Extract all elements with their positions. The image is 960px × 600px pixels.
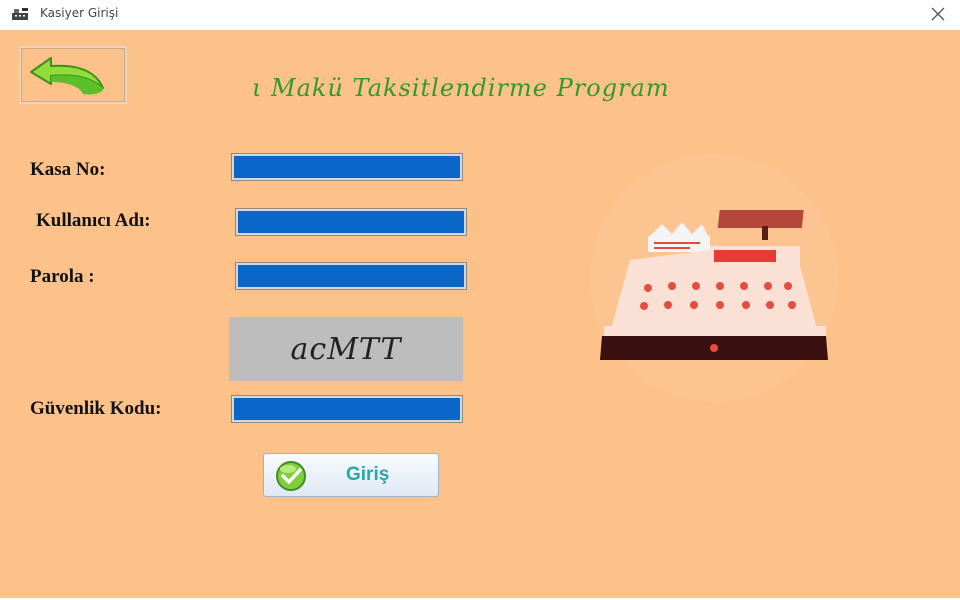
program-title: ι Makü Taksitlendirme Program	[252, 74, 670, 102]
parola-label: Parola :	[30, 266, 95, 287]
login-button-label: Giriş	[346, 464, 390, 485]
guvenlik-kodu-field[interactable]	[231, 395, 463, 423]
kullanici-adi-field[interactable]	[235, 208, 467, 236]
cash-register-icon	[10, 6, 30, 22]
parola-field[interactable]	[235, 262, 467, 290]
guvenlik-kodu-label: Güvenlik Kodu:	[30, 398, 162, 419]
kasa-no-label: Kasa No:	[30, 159, 106, 180]
cash-register-illustration	[590, 154, 838, 402]
checkmark-icon	[276, 461, 306, 491]
back-button[interactable]	[19, 46, 127, 104]
login-panel: ι Makü Taksitlendirme Program Kasa No: K…	[0, 30, 960, 598]
title-bar: Kasiyer Girişi	[0, 0, 960, 28]
login-window: Kasiyer Girişi ι Makü Taksitlendirme Pro…	[0, 0, 960, 600]
captcha-box: acMTT	[229, 317, 463, 381]
close-icon	[931, 7, 945, 21]
kullanici-adi-label: Kullanıcı Adı:	[36, 210, 151, 231]
window-title: Kasiyer Girişi	[40, 6, 119, 20]
close-button[interactable]	[924, 2, 952, 26]
kasa-no-field[interactable]	[231, 153, 463, 181]
back-arrow-icon	[30, 57, 104, 95]
captcha-text: acMTT	[290, 331, 402, 367]
login-button[interactable]: Giriş	[263, 453, 439, 497]
